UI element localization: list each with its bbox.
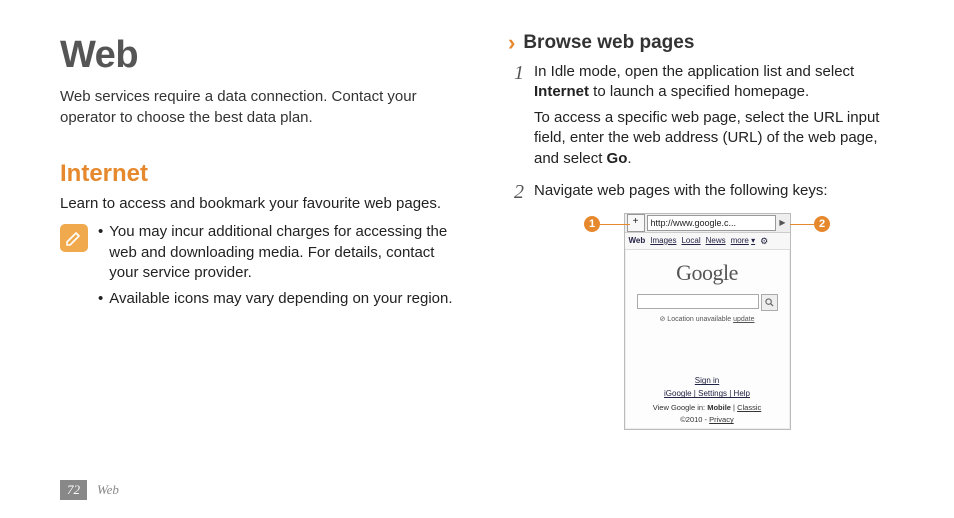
google-body: Google ⊘ Location unavailable update Sig… [625, 250, 790, 429]
tab-news[interactable]: News [706, 236, 726, 247]
footer-links: iGoogle | Settings | Help [631, 389, 784, 400]
search-row [631, 294, 784, 311]
location-line: ⊘ Location unavailable update [631, 315, 784, 324]
update-location-link[interactable]: update [733, 316, 754, 323]
page-number: 72 [60, 480, 87, 500]
phone-screenshot: + http://www.google.c... ▶ Web Images Lo… [624, 213, 791, 430]
address-bar-row: + http://www.google.c... ▶ [625, 214, 790, 233]
settings-link[interactable]: Settings [698, 389, 727, 398]
step-row: 1 In Idle mode, open the application lis… [508, 62, 906, 175]
chapter-name: Web [97, 481, 119, 499]
tab-local[interactable]: Local [681, 236, 700, 247]
search-icon [765, 298, 774, 307]
note-text: You may incur additional charges for acc… [109, 222, 458, 283]
browser-figure: 1 2 + http://www.google.c... ▶ Web Image… [592, 213, 822, 430]
copyright-line: ©2010 - Privacy [631, 415, 784, 425]
tab-images[interactable]: Images [650, 236, 676, 247]
gear-icon[interactable]: ⚙ [760, 235, 768, 247]
section-sub: Learn to access and bookmark your favour… [60, 194, 458, 214]
privacy-link[interactable]: Privacy [709, 415, 734, 424]
new-window-button[interactable]: + [627, 214, 645, 232]
subsection-heading: Browse web pages [523, 30, 694, 56]
section-heading-internet: Internet [60, 158, 458, 190]
step-number: 2 [508, 181, 524, 207]
search-button[interactable] [761, 294, 778, 311]
tab-more[interactable]: more ▾ [731, 236, 755, 247]
right-column: › Browse web pages 1 In Idle mode, open … [508, 30, 906, 498]
bullet-dot-icon: • [98, 222, 103, 283]
intro-text: Web services require a data connection. … [60, 87, 458, 128]
note-pencil-icon [60, 224, 88, 252]
callout-badge-2: 2 [814, 216, 830, 232]
step-body: Navigate web pages with the following ke… [534, 181, 906, 207]
bullet-dot-icon: • [98, 289, 103, 309]
spacer [631, 324, 784, 376]
url-input[interactable]: http://www.google.c... [647, 215, 776, 231]
step-body: In Idle mode, open the application list … [534, 62, 906, 175]
step-paragraph: Navigate web pages with the following ke… [534, 181, 906, 201]
callout-leader-line [790, 224, 814, 225]
view-mode-line: View Google in: Mobile | Classic [631, 403, 784, 413]
callout-leader-line [600, 224, 630, 225]
note-list: • You may incur additional charges for a… [98, 222, 458, 315]
step-paragraph: To access a specific web page, select th… [534, 108, 906, 169]
callout-badge-1: 1 [584, 216, 600, 232]
page-title: Web [60, 30, 458, 81]
subsection-heading-row: › Browse web pages [508, 30, 906, 56]
step-number: 1 [508, 62, 524, 175]
google-nav-tabs: Web Images Local News more ▾ ⚙ [625, 233, 790, 250]
note-bullet: • Available icons may vary depending on … [98, 289, 458, 309]
manual-page: Web Web services require a data connecti… [0, 0, 954, 518]
step-row: 2 Navigate web pages with the following … [508, 181, 906, 207]
google-logo: Google [631, 258, 784, 288]
note-box: • You may incur additional charges for a… [60, 222, 458, 315]
page-footer: 72 Web [60, 480, 119, 500]
chevron-right-icon: › [508, 32, 515, 54]
igoogle-link[interactable]: iGoogle [664, 389, 692, 398]
left-column: Web Web services require a data connecti… [60, 30, 458, 498]
sign-in-link[interactable]: Sign in [631, 376, 784, 387]
note-text: Available icons may vary depending on yo… [109, 289, 452, 309]
tab-web[interactable]: Web [629, 236, 646, 247]
search-input[interactable] [637, 294, 759, 309]
step-paragraph: In Idle mode, open the application list … [534, 62, 906, 103]
go-triangle-icon[interactable]: ▶ [776, 218, 790, 229]
help-link[interactable]: Help [734, 389, 750, 398]
classic-mode-link[interactable]: Classic [737, 403, 761, 412]
note-bullet: • You may incur additional charges for a… [98, 222, 458, 283]
